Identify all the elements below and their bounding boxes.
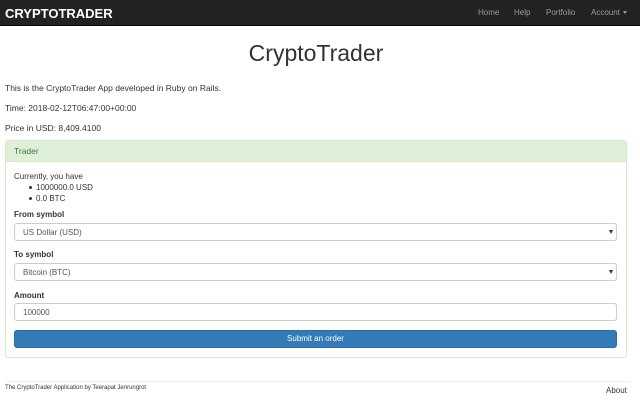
holding-usd: 1000000.0 USD (14, 182, 93, 193)
holdings-list: 1000000.0 USD 0.0 BTC (14, 182, 93, 204)
amount-input[interactable]: 100000 (14, 303, 617, 321)
nav-portfolio[interactable]: Portfolio (546, 8, 575, 17)
dropdown-arrow-icon (609, 230, 613, 234)
nav-account-dropdown[interactable]: Account (591, 8, 627, 17)
navbar: CRYPTOTRADER Home Help Portfolio Account (0, 0, 640, 26)
amount-label: Amount (14, 291, 45, 300)
to-symbol-value: Bitcoin (BTC) (23, 268, 71, 277)
panel-heading: Trader (6, 141, 626, 162)
price-text: Price in USD: 8,409.4100 (5, 123, 101, 133)
chevron-down-icon (622, 11, 627, 15)
footer-about-link[interactable]: About (606, 386, 627, 395)
to-symbol-select[interactable]: Bitcoin (BTC) (14, 263, 617, 281)
from-symbol-label: From symbol (14, 210, 65, 219)
footer-divider (5, 381, 630, 382)
intro-text: This is the CryptoTrader App developed i… (5, 83, 222, 93)
currently-text: Currently, you have (14, 172, 83, 181)
nav-account-label: Account (591, 8, 620, 17)
to-symbol-label: To symbol (14, 250, 54, 259)
dropdown-arrow-icon (609, 270, 613, 274)
submit-order-button[interactable]: Submit an order (14, 330, 617, 348)
time-text: Time: 2018-02-12T06:47:00+00:00 (5, 103, 137, 113)
from-symbol-select[interactable]: US Dollar (USD) (14, 223, 617, 241)
nav-home[interactable]: Home (478, 8, 499, 17)
trader-panel: Trader Currently, you have 1000000.0 USD… (5, 140, 627, 358)
page-title: CryptoTrader (248, 40, 384, 66)
amount-value: 100000 (23, 308, 50, 317)
brand-logo[interactable]: CRYPTOTRADER (5, 6, 113, 21)
holding-btc: 0.0 BTC (14, 193, 93, 204)
footer-credit: The CryptoTrader Application by Teerapat… (5, 385, 147, 391)
nav-help[interactable]: Help (514, 8, 530, 17)
from-symbol-value: US Dollar (USD) (23, 228, 82, 237)
